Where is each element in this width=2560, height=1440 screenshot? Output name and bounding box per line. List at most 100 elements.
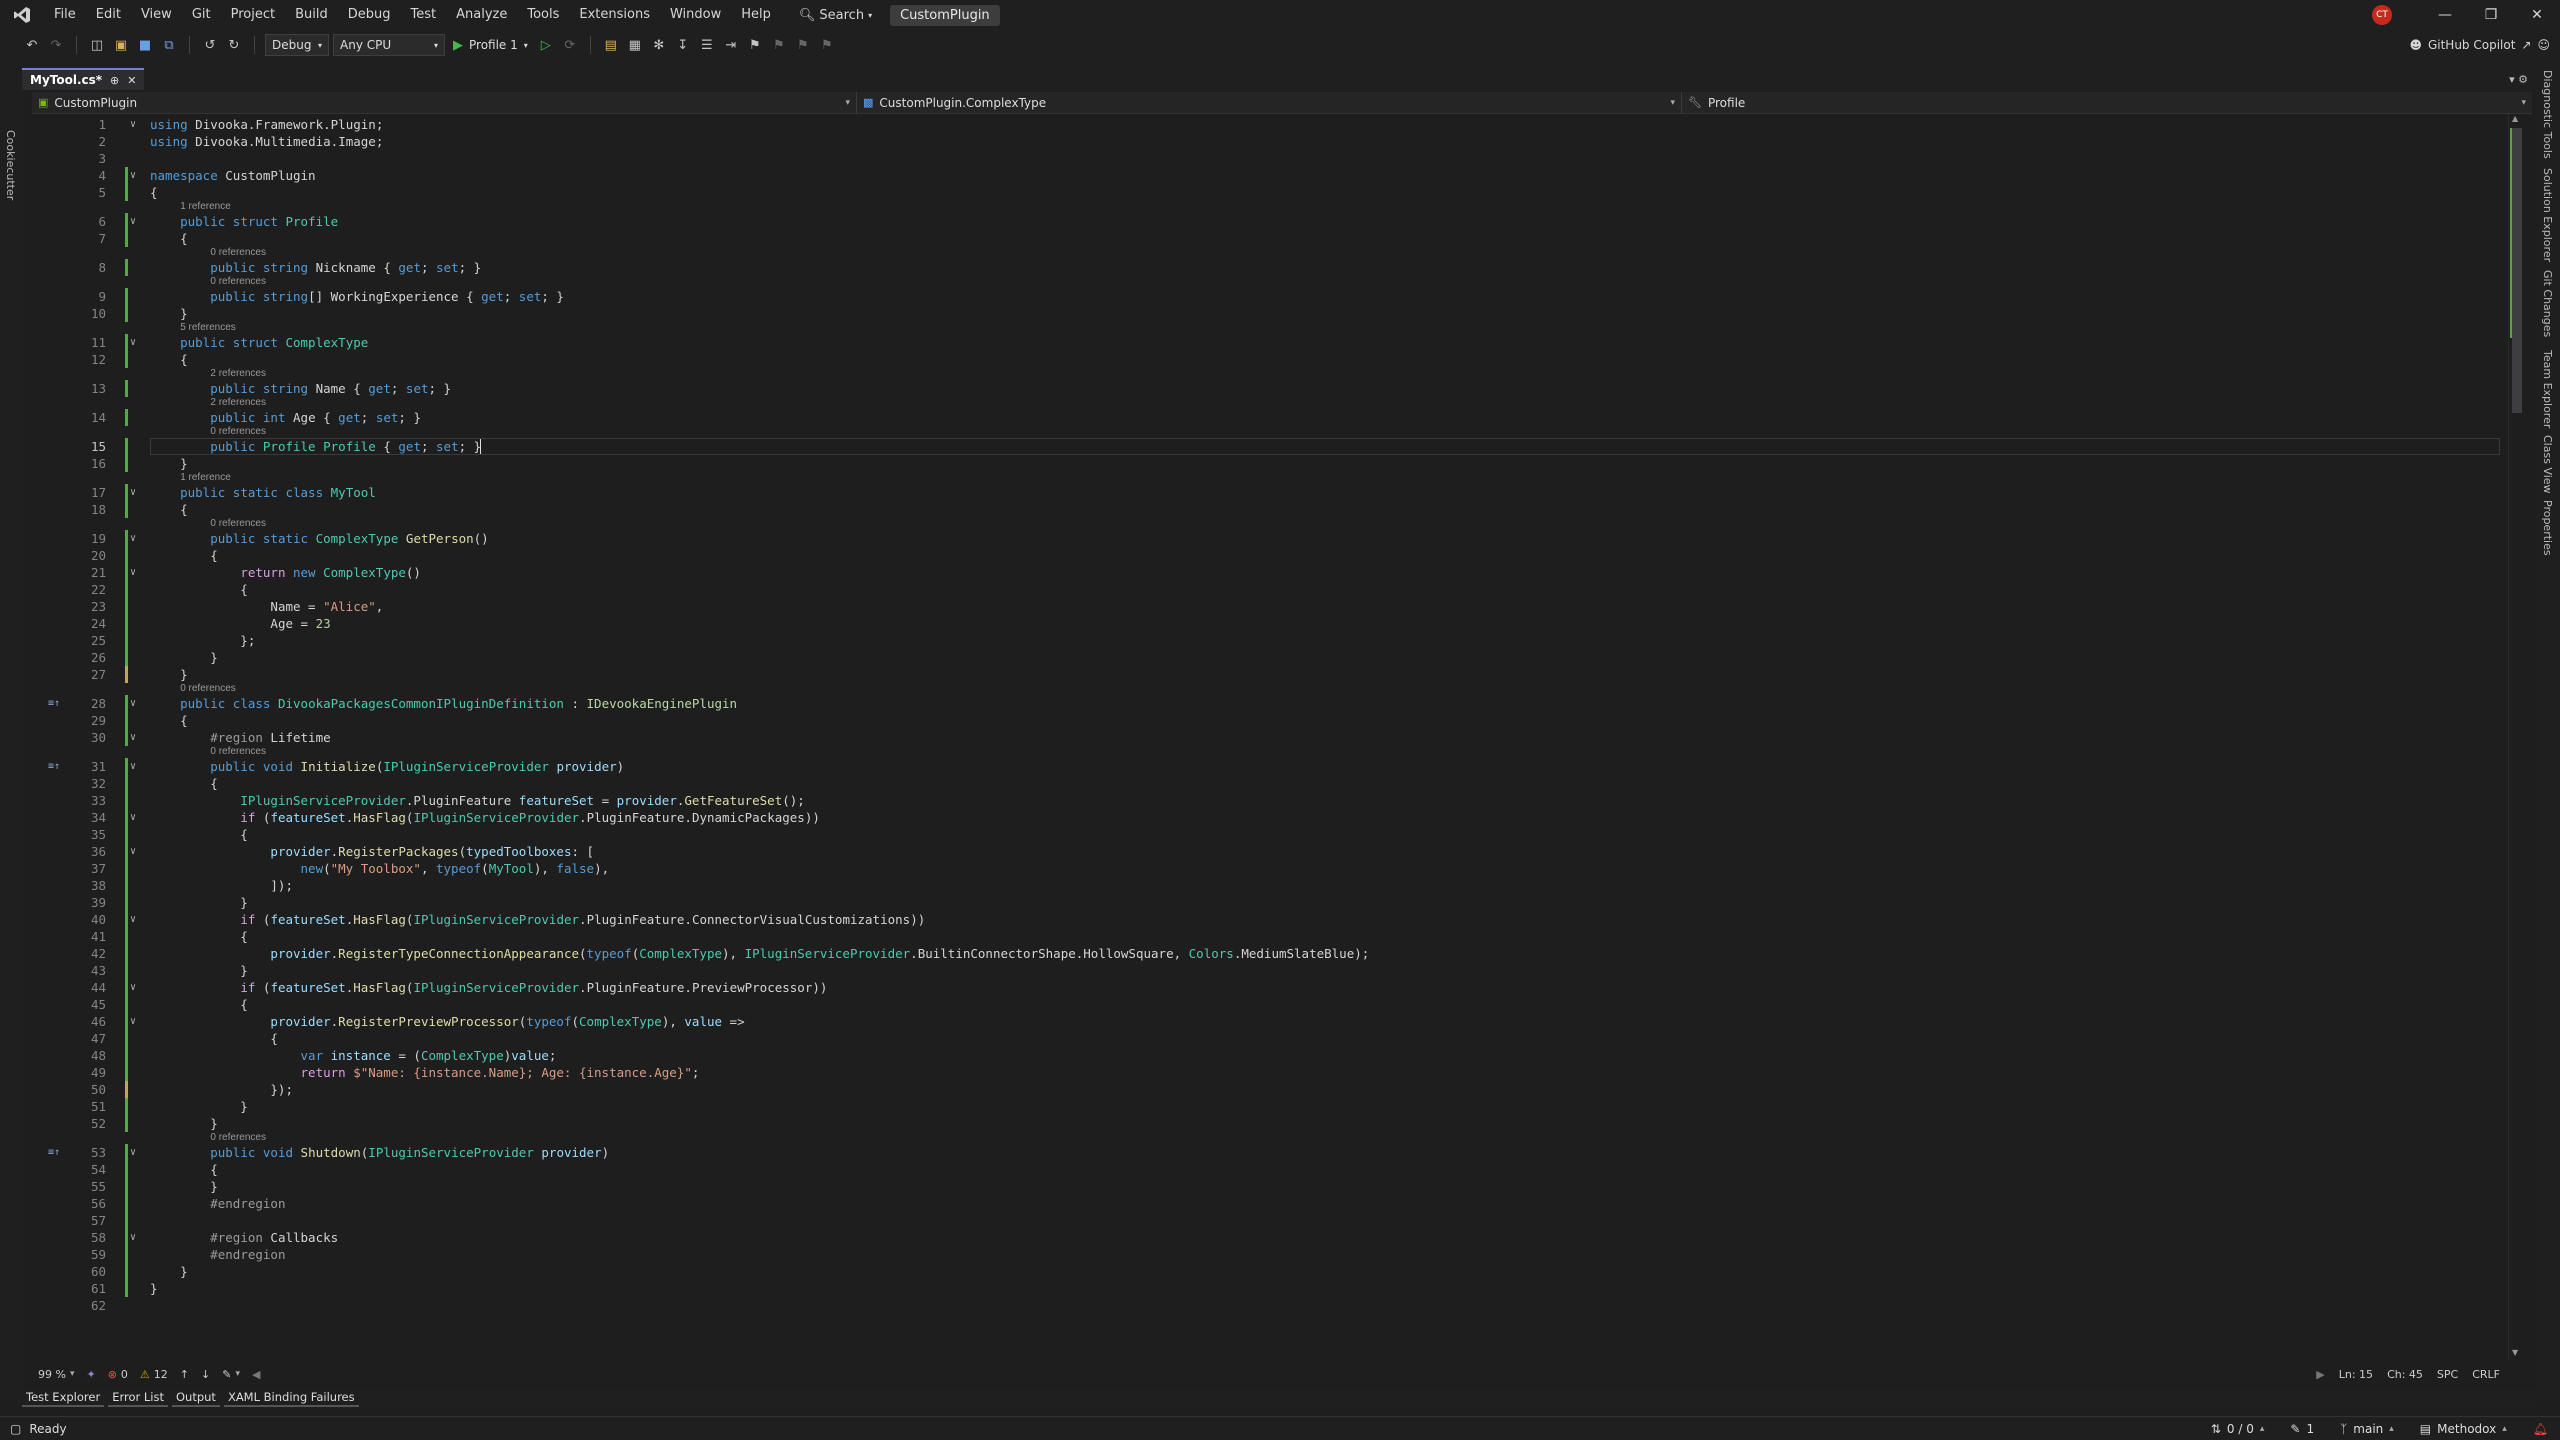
- tool-tab-xaml-binding-failures[interactable]: XAML Binding Failures: [223, 1389, 359, 1407]
- fold-chevron-icon[interactable]: ∨: [130, 1013, 136, 1030]
- branch-selector[interactable]: ᛉ main ▴: [2340, 1422, 2394, 1436]
- fold-chevron-icon[interactable]: ∨: [130, 167, 136, 184]
- code-line[interactable]: 39 }: [32, 894, 2508, 911]
- line-ending-mode[interactable]: CRLF: [2472, 1368, 2500, 1381]
- previous-issue-icon[interactable]: ↑: [174, 1368, 195, 1381]
- solution-configuration-dropdown[interactable]: Debug ▾: [265, 34, 329, 56]
- code-line[interactable]: 53 ∨ ≡↑ public void Shutdown(IPluginServic…: [32, 1144, 2508, 1161]
- code-line[interactable]: 13 public string Name { get; set; }: [32, 380, 2508, 397]
- share-icon[interactable]: ↗: [2521, 38, 2531, 52]
- redo-icon[interactable]: ↻: [224, 35, 244, 55]
- zoom-dropdown[interactable]: 99 % ▾: [32, 1368, 80, 1381]
- fold-chevron-icon[interactable]: ∨: [130, 809, 136, 826]
- user-avatar[interactable]: CT: [2372, 5, 2392, 25]
- menu-edit[interactable]: Edit: [86, 0, 131, 30]
- code-line[interactable]: 4 ∨ namespace CustomPlugin: [32, 167, 2508, 184]
- fold-chevron-icon[interactable]: ∨: [130, 484, 136, 501]
- bookmark-clear-icon[interactable]: ⚑: [817, 35, 837, 55]
- code-line[interactable]: 1 ∨ using Divooka.Framework.Plugin;: [32, 116, 2508, 133]
- code-line[interactable]: 30 ∨ #region Lifetime: [32, 729, 2508, 746]
- tool-tab-error-list[interactable]: Error List: [108, 1389, 168, 1407]
- code-line[interactable]: 7 {: [32, 230, 2508, 247]
- code-line[interactable]: 20 {: [32, 547, 2508, 564]
- code-line[interactable]: 27 }: [32, 666, 2508, 683]
- errors-indicator[interactable]: ⊗ 0: [102, 1368, 134, 1381]
- line-number[interactable]: Ln: 15: [2339, 1368, 2373, 1381]
- layout-icon[interactable]: ▦: [625, 35, 645, 55]
- inheritance-margin-icon[interactable]: ≡↑: [48, 695, 60, 712]
- solution-platform-dropdown[interactable]: Any CPU ▾: [333, 34, 445, 56]
- scroll-right-icon[interactable]: ▶: [2316, 1368, 2324, 1381]
- code-line[interactable]: 17 ∨ public static class MyTool: [32, 484, 2508, 501]
- code-line[interactable]: 57: [32, 1212, 2508, 1229]
- menu-help[interactable]: Help: [731, 0, 781, 30]
- hot-reload-icon[interactable]: ⟳: [560, 35, 580, 55]
- codelens-references[interactable]: 0 references: [210, 746, 266, 758]
- code-cleanup-icon[interactable]: ✦: [80, 1368, 101, 1381]
- codelens-references[interactable]: 2 references: [210, 368, 266, 380]
- right-rail-tab-solution-explorer[interactable]: Solution Explorer: [2541, 168, 2554, 262]
- code-line[interactable]: 32 {: [32, 775, 2508, 792]
- code-line[interactable]: 58 ∨ #region Callbacks: [32, 1229, 2508, 1246]
- fold-chevron-icon[interactable]: ∨: [130, 334, 136, 351]
- code-line[interactable]: 34 ∨ if (featureSet.HasFlag(IPluginServic…: [32, 809, 2508, 826]
- github-copilot-button[interactable]: ☻ GitHub Copilot ↗ ☺: [2409, 38, 2560, 52]
- code-line[interactable]: 42 provider.RegisterTypeConnectionAppear…: [32, 945, 2508, 962]
- code-line[interactable]: 21 ∨ return new ComplexType(): [32, 564, 2508, 581]
- fold-chevron-icon[interactable]: ∨: [130, 843, 136, 860]
- pending-changes-indicator[interactable]: ✎ 1: [2290, 1422, 2314, 1436]
- output-status-icon[interactable]: ▢: [10, 1422, 21, 1436]
- code-line[interactable]: 55 }: [32, 1178, 2508, 1195]
- fold-chevron-icon[interactable]: ∨: [130, 213, 136, 230]
- code-line[interactable]: 44 ∨ if (featureSet.HasFlag(IPluginServic…: [32, 979, 2508, 996]
- codelens-references[interactable]: 1 reference: [180, 201, 231, 213]
- right-rail-tab-team-explorer[interactable]: Team Explorer: [2541, 350, 2554, 428]
- code-line[interactable]: 50 });: [32, 1081, 2508, 1098]
- code-line[interactable]: 52 }: [32, 1115, 2508, 1132]
- bookmark-next-icon[interactable]: ⚑: [793, 35, 813, 55]
- visual-studio-logo-icon[interactable]: [0, 0, 44, 30]
- code-line[interactable]: 18 {: [32, 501, 2508, 518]
- menu-tools[interactable]: Tools: [517, 0, 569, 30]
- code-line[interactable]: 47 {: [32, 1030, 2508, 1047]
- browse-icon[interactable]: ▤: [601, 35, 621, 55]
- code-line[interactable]: 15 public Profile Profile { get; set; }: [32, 438, 2508, 455]
- code-line[interactable]: 24 Age = 23: [32, 615, 2508, 632]
- codelens-references[interactable]: 1 reference: [180, 472, 231, 484]
- right-rail-tab-diagnostic-tools[interactable]: Diagnostic Tools: [2541, 70, 2554, 159]
- code-line[interactable]: 62: [32, 1297, 2508, 1314]
- column-number[interactable]: Ch: 45: [2387, 1368, 2423, 1381]
- inheritance-margin-icon[interactable]: ≡↑: [48, 1144, 60, 1161]
- fold-chevron-icon[interactable]: ∨: [130, 758, 136, 775]
- minimize-button[interactable]: —: [2422, 0, 2468, 30]
- menu-extensions[interactable]: Extensions: [569, 0, 660, 30]
- code-line[interactable]: 9 public string[] WorkingExperience { ge…: [32, 288, 2508, 305]
- code-line[interactable]: 56 #endregion: [32, 1195, 2508, 1212]
- indent-icon[interactable]: ⇥: [721, 35, 741, 55]
- close-button[interactable]: ✕: [2514, 0, 2560, 30]
- scroll-up-icon[interactable]: ▲: [2512, 114, 2518, 123]
- codelens-references[interactable]: 5 references: [180, 322, 236, 334]
- start-debugging-button[interactable]: ▶ Profile 1 ▾: [449, 38, 532, 53]
- codelens-references[interactable]: 2 references: [210, 397, 266, 409]
- menu-project[interactable]: Project: [221, 0, 285, 30]
- menu-test[interactable]: Test: [401, 0, 447, 30]
- fold-chevron-icon[interactable]: ∨: [130, 1229, 136, 1246]
- toggle-comment-icon[interactable]: ☰: [697, 35, 717, 55]
- scrollbar-thumb[interactable]: [2512, 128, 2522, 413]
- code-line[interactable]: 11 ∨ public struct ComplexType: [32, 334, 2508, 351]
- menu-window[interactable]: Window: [660, 0, 731, 30]
- code-line[interactable]: 33 IPluginServiceProvider.PluginFeature …: [32, 792, 2508, 809]
- whitespace-mode[interactable]: SPC: [2437, 1368, 2458, 1381]
- code-line[interactable]: 40 ∨ if (featureSet.HasFlag(IPluginServic…: [32, 911, 2508, 928]
- close-icon[interactable]: ✕: [127, 74, 136, 87]
- feedback-icon[interactable]: ☺: [2537, 38, 2550, 52]
- tool-tab-test-explorer[interactable]: Test Explorer: [22, 1389, 105, 1407]
- menu-view[interactable]: View: [131, 0, 182, 30]
- search-button[interactable]: 🔍︎ Search ▾: [789, 3, 882, 27]
- codelens-references[interactable]: 0 references: [180, 683, 236, 695]
- scroll-down-icon[interactable]: ▼: [2512, 1348, 2518, 1357]
- notifications-icon[interactable]: 🔔︎: [2533, 1422, 2548, 1436]
- fold-chevron-icon[interactable]: ∨: [130, 695, 136, 712]
- cookiecutter-tab[interactable]: Cookiecutter: [4, 130, 17, 200]
